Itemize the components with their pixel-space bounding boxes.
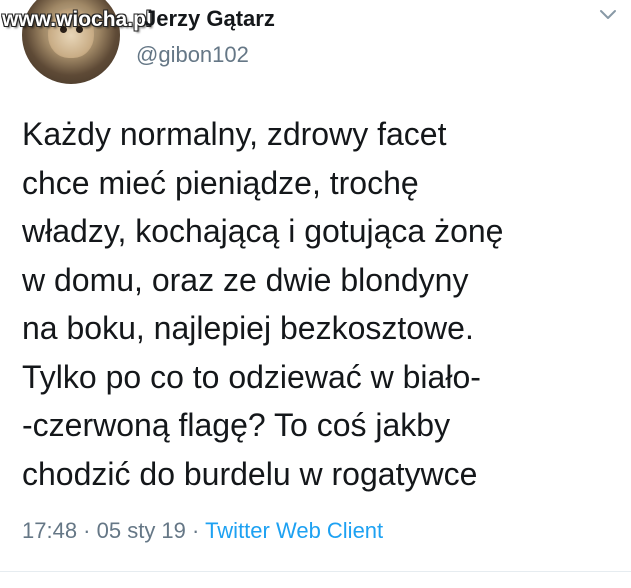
tweet-source-link[interactable]: Twitter Web Client [205, 518, 383, 543]
tweet-time[interactable]: 17:48 [22, 518, 77, 543]
tweet-line: -czerwoną flagę? To coś jakby [22, 407, 451, 443]
tweet-line: Każdy normalny, zdrowy facet [22, 116, 447, 152]
tweet-line: chce mieć pieniądze, trochę [22, 164, 419, 201]
tweet-meta: 17:48 · 05 sty 19 · Twitter Web Client [22, 518, 383, 544]
tweet-line: w domu, oraz ze dwie blondyny [22, 261, 469, 298]
author-handle[interactable]: @gibon102 [136, 42, 249, 68]
meta-separator: · [185, 518, 206, 543]
tweet-text: Każdy normalny, zdrowy facet chce mieć p… [22, 110, 622, 498]
tweet-line: na boku, najlepiej bezkosztowe. [22, 310, 474, 346]
tweet-line: Tylko po co to odziewać w biało- [22, 358, 481, 395]
chevron-down-icon[interactable] [599, 8, 617, 22]
tweet-line: chodzić do burdelu w rogatywce [22, 455, 478, 492]
divider [0, 571, 631, 572]
tweet-line: władzy, kochającą i gotująca żonę [22, 213, 504, 249]
tweet-date[interactable]: 05 sty 19 [97, 518, 186, 543]
watermark: www.wiocha.pl [2, 8, 152, 31]
author-display-name[interactable]: Jerzy Gątarz [144, 6, 275, 32]
meta-separator: · [77, 518, 97, 543]
